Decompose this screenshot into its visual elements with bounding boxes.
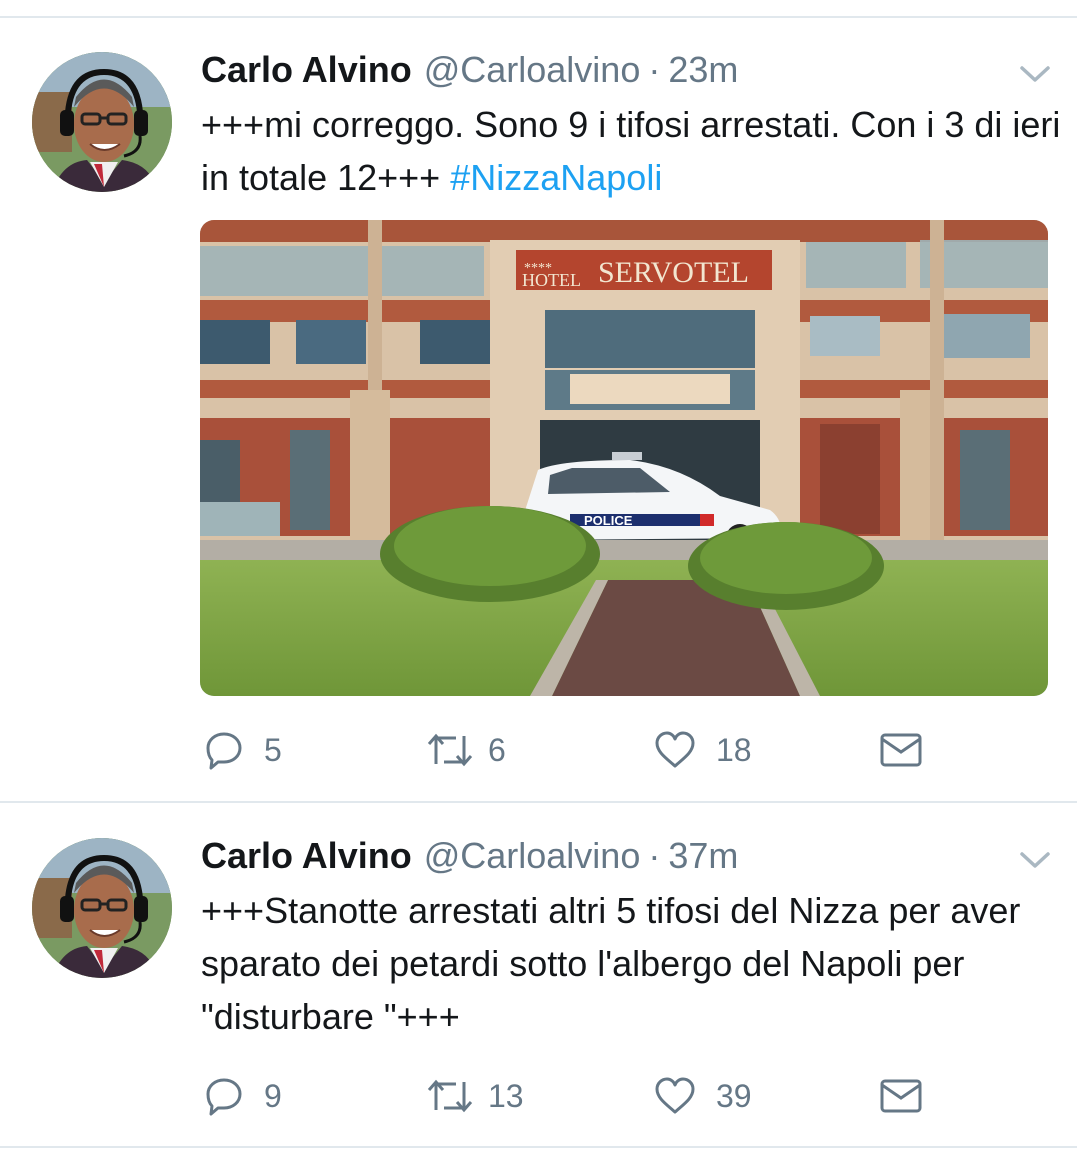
- reply-icon: [206, 732, 242, 770]
- heart-icon: [655, 731, 695, 768]
- reply-button[interactable]: 5: [204, 728, 282, 772]
- police-car-label: POLICE: [584, 513, 633, 528]
- retweet-button[interactable]: 13: [426, 1074, 524, 1118]
- tweet-header: Carlo Alvino @Carloalvino · 23m: [201, 48, 738, 92]
- tweet-divider: [0, 801, 1077, 803]
- timestamp[interactable]: 23m: [668, 48, 738, 92]
- tweet-actions: 9 13 39: [200, 1074, 960, 1118]
- like-button[interactable]: 18: [654, 728, 752, 772]
- bottom-divider: [0, 1146, 1077, 1148]
- hashtag-link[interactable]: #NizzaNapoli: [450, 157, 662, 198]
- tweet-text: +++Stanotte arrestati altri 5 tifosi del…: [201, 890, 1021, 1037]
- avatar-image: [32, 838, 172, 978]
- reply-count: 9: [264, 1077, 282, 1114]
- author-handle[interactable]: @Carloalvino: [424, 834, 641, 878]
- envelope-icon: [880, 733, 922, 767]
- tweet-text: +++mi correggo. Sono 9 i tifosi arrestat…: [201, 98, 1061, 204]
- retweet-icon: [427, 733, 473, 767]
- tweet-actions: 5 6 18: [200, 728, 960, 772]
- timestamp[interactable]: 37m: [668, 834, 738, 878]
- author-name[interactable]: Carlo Alvino: [201, 834, 412, 878]
- like-count: 18: [716, 731, 752, 768]
- heart-icon: [655, 1077, 695, 1114]
- retweet-count: 13: [488, 1077, 524, 1114]
- dm-button[interactable]: [880, 728, 922, 772]
- hotel-sign-word: HOTEL: [522, 270, 581, 290]
- like-count: 39: [716, 1077, 752, 1114]
- tweet-photo[interactable]: **** HOTEL SERVOTEL POLICE: [200, 220, 1048, 696]
- reply-count: 5: [264, 731, 282, 768]
- tweet-header: Carlo Alvino @Carloalvino · 37m: [201, 834, 738, 878]
- reply-icon: [206, 1078, 242, 1116]
- retweet-count: 6: [488, 731, 506, 768]
- avatar[interactable]: [32, 52, 172, 192]
- hotel-photo: **** HOTEL SERVOTEL POLICE: [200, 220, 1048, 696]
- retweet-button[interactable]: 6: [426, 728, 506, 772]
- reply-button[interactable]: 9: [204, 1074, 282, 1118]
- author-handle[interactable]: @Carloalvino: [424, 48, 641, 92]
- avatar[interactable]: [32, 838, 172, 978]
- hotel-sign-name: SERVOTEL: [598, 256, 749, 289]
- chevron-down-icon[interactable]: [1018, 848, 1052, 872]
- separator-dot: ·: [648, 835, 661, 876]
- separator-dot: ·: [648, 49, 661, 90]
- retweet-icon: [427, 1079, 473, 1113]
- avatar-image: [32, 52, 172, 192]
- envelope-icon: [880, 1079, 922, 1113]
- dm-button[interactable]: [880, 1074, 922, 1118]
- top-divider: [0, 16, 1077, 18]
- author-name[interactable]: Carlo Alvino: [201, 48, 412, 92]
- chevron-down-icon[interactable]: [1018, 62, 1052, 86]
- like-button[interactable]: 39: [654, 1074, 752, 1118]
